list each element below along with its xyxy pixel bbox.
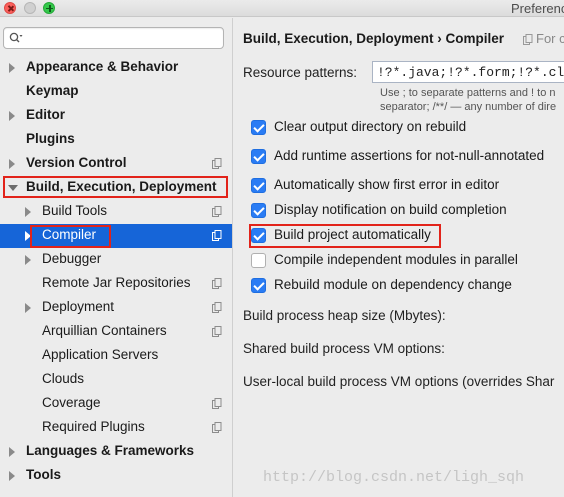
- option-rebuild-module-on-dependency-change[interactable]: Rebuild module on dependency change: [251, 276, 564, 296]
- checkbox-checked[interactable]: [251, 120, 266, 135]
- sidebar-item-label: Debugger: [42, 251, 102, 266]
- chevron-right-icon[interactable]: [9, 111, 15, 121]
- shared-vm-options-label: Shared build process VM options:: [243, 341, 445, 356]
- sidebar-item-tools[interactable]: Tools: [0, 464, 232, 488]
- copy-icon: [212, 326, 222, 337]
- option-display-notification-on-build-completion[interactable]: Display notification on build completion: [251, 201, 564, 221]
- settings-sidebar: Appearance & Behavior Keymap Editor Plugins…: [0, 18, 233, 497]
- heap-size-label: Build process heap size (Mbytes):: [243, 308, 446, 323]
- close-window-button[interactable]: [4, 2, 16, 14]
- checkbox-checked[interactable]: [251, 149, 266, 164]
- breadcrumb-note: For c: [536, 31, 564, 46]
- sidebar-item-label: Languages & Frameworks: [26, 443, 195, 458]
- sidebar-item-label: Compiler: [42, 227, 97, 242]
- sidebar-item-deployment[interactable]: Deployment: [0, 296, 232, 320]
- sidebar-item-label: Required Plugins: [42, 419, 145, 434]
- checkbox-checked[interactable]: [251, 203, 266, 218]
- sidebar-item-application-servers[interactable]: Application Servers: [0, 344, 232, 368]
- sidebar-item-languages-frameworks[interactable]: Languages & Frameworks: [0, 440, 232, 464]
- search-box[interactable]: [3, 27, 224, 49]
- sidebar-item-label: Application Servers: [42, 347, 159, 362]
- chevron-down-icon[interactable]: [8, 185, 18, 191]
- sidebar-item-label: Build Tools: [42, 203, 108, 218]
- search-icon[interactable]: [9, 32, 23, 44]
- sidebar-item-remote-jar-repositories[interactable]: Remote Jar Repositories: [0, 272, 232, 296]
- user-vm-options-label: User-local build process VM options (ove…: [243, 374, 555, 389]
- sidebar-item-clouds[interactable]: Clouds: [0, 368, 232, 392]
- minimize-window-button[interactable]: [24, 2, 36, 14]
- copy-icon: [212, 398, 222, 409]
- option-add-runtime-assertions-for-not-null-annotated[interactable]: Add runtime assertions for not-null-anno…: [251, 147, 564, 167]
- sidebar-item-label: Version Control: [26, 155, 127, 170]
- option-build-project-automatically[interactable]: Build project automatically: [251, 226, 564, 246]
- sidebar-item-keymap[interactable]: Keymap: [0, 80, 232, 104]
- option-label: Display notification on build completion: [274, 202, 507, 217]
- option-automatically-show-first-error-in-editor[interactable]: Automatically show first error in editor: [251, 176, 564, 196]
- resource-patterns-label: Resource patterns:: [243, 65, 358, 80]
- sidebar-item-appearance-behavior[interactable]: Appearance & Behavior: [0, 56, 232, 80]
- chevron-right-icon[interactable]: [9, 63, 15, 73]
- chevron-right-icon[interactable]: [9, 447, 15, 457]
- sidebar-item-label: Keymap: [26, 83, 79, 98]
- sidebar-item-label: Editor: [26, 107, 65, 122]
- sidebar-item-label: Arquillian Containers: [42, 323, 167, 338]
- sidebar-item-label: Deployment: [42, 299, 115, 314]
- sidebar-item-coverage[interactable]: Coverage: [0, 392, 232, 416]
- sidebar-item-label: Appearance & Behavior: [26, 59, 179, 74]
- copy-icon: [212, 302, 222, 313]
- option-compile-independent-modules-in-parallel[interactable]: Compile independent modules in parallel: [251, 251, 564, 271]
- sidebar-item-required-plugins[interactable]: Required Plugins: [0, 416, 232, 440]
- sidebar-item-editor[interactable]: Editor: [0, 104, 232, 128]
- sidebar-item-compiler[interactable]: Compiler: [0, 224, 232, 248]
- sidebar-item-version-control[interactable]: Version Control: [0, 152, 232, 176]
- option-label: Compile independent modules in parallel: [274, 252, 518, 267]
- copy-icon: [212, 230, 222, 241]
- sidebar-item-label: Build, Execution, Deployment: [26, 179, 217, 194]
- chevron-right-icon[interactable]: [9, 159, 15, 169]
- resource-patterns-hint-2: separator; /**/ — any number of dire: [380, 101, 557, 113]
- sidebar-item-label: Clouds: [42, 371, 85, 386]
- copy-icon: [212, 158, 222, 169]
- sidebar-item-label: Remote Jar Repositories: [42, 275, 191, 290]
- sidebar-item-arquillian-containers[interactable]: Arquillian Containers: [0, 320, 232, 344]
- option-label: Add runtime assertions for not-null-anno…: [274, 148, 545, 163]
- chevron-right-icon[interactable]: [9, 471, 15, 481]
- option-label: Rebuild module on dependency change: [274, 277, 512, 292]
- sidebar-item-build-tools[interactable]: Build Tools: [0, 200, 232, 224]
- window-title: Preferences: [511, 1, 564, 16]
- copy-icon: [212, 278, 222, 289]
- maximize-window-button[interactable]: [43, 2, 55, 14]
- option-clear-output-directory-on-rebuild[interactable]: Clear output directory on rebuild: [251, 118, 564, 138]
- resource-patterns-hint: Use ; to separate patterns and ! to n: [380, 87, 556, 99]
- option-label: Clear output directory on rebuild: [274, 119, 467, 134]
- checkbox-checked[interactable]: [251, 228, 266, 243]
- sidebar-item-label: Plugins: [26, 131, 75, 146]
- option-label: Build project automatically: [274, 227, 431, 242]
- title-bar: Preferences: [0, 0, 564, 17]
- watermark: http://blog.csdn.net/ligh_sqh: [263, 469, 525, 486]
- copy-icon: [212, 422, 222, 433]
- resource-patterns-input[interactable]: !?*.java;!?*.form;!?*.cl: [372, 61, 564, 83]
- search-input[interactable]: [26, 30, 216, 46]
- checkbox-checked[interactable]: [251, 278, 266, 293]
- breadcrumb: Build, Execution, Deployment › Compiler: [243, 31, 505, 46]
- chevron-right-icon[interactable]: [25, 207, 31, 217]
- sidebar-item-label: Tools: [26, 467, 61, 482]
- option-label: Automatically show first error in editor: [274, 177, 500, 192]
- copy-icon: [523, 34, 533, 45]
- sidebar-item-label: Coverage: [42, 395, 101, 410]
- copy-icon: [212, 206, 222, 217]
- compiler-settings-panel: Build, Execution, Deployment › Compiler …: [234, 18, 564, 497]
- sidebar-item-build-execution-deployment[interactable]: Build, Execution, Deployment: [0, 176, 232, 200]
- sidebar-item-plugins[interactable]: Plugins: [0, 128, 232, 152]
- checkbox-unchecked[interactable]: [251, 253, 266, 268]
- chevron-right-icon[interactable]: [25, 255, 31, 265]
- chevron-right-icon[interactable]: [25, 231, 31, 241]
- checkbox-checked[interactable]: [251, 178, 266, 193]
- chevron-right-icon[interactable]: [25, 303, 31, 313]
- sidebar-item-debugger[interactable]: Debugger: [0, 248, 232, 272]
